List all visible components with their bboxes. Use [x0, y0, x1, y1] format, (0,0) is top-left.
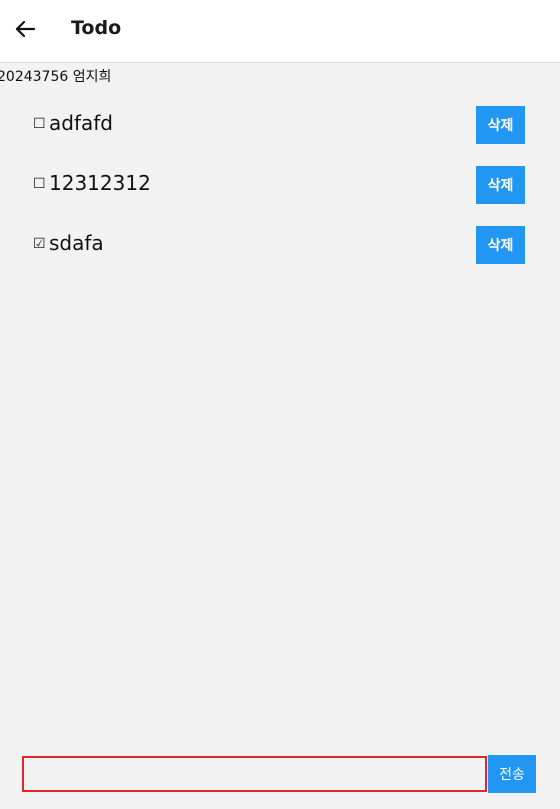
- todo-checkbox[interactable]: ☑: [33, 236, 46, 252]
- todo-item: ☑ sdafa 삭제: [0, 226, 560, 266]
- arrow-left-icon: [15, 20, 36, 38]
- todo-text: sdafa: [49, 231, 104, 255]
- todo-item: ☐ adfafd 삭제: [0, 106, 560, 146]
- back-button[interactable]: [10, 14, 40, 44]
- app-bar: Todo: [0, 0, 560, 63]
- todo-input[interactable]: [22, 756, 487, 792]
- todo-checkbox[interactable]: ☐: [33, 176, 46, 192]
- todo-text: 12312312: [49, 171, 151, 195]
- delete-button[interactable]: 삭제: [476, 166, 525, 204]
- send-button[interactable]: 전송: [488, 755, 536, 793]
- todo-text: adfafd: [49, 111, 113, 135]
- todo-checkbox[interactable]: ☐: [33, 116, 46, 132]
- delete-button[interactable]: 삭제: [476, 226, 525, 264]
- delete-button[interactable]: 삭제: [476, 106, 525, 144]
- student-label: 20243756 엄지희: [0, 69, 112, 85]
- page-title: Todo: [71, 17, 122, 39]
- todo-item: ☐ 12312312 삭제: [0, 166, 560, 206]
